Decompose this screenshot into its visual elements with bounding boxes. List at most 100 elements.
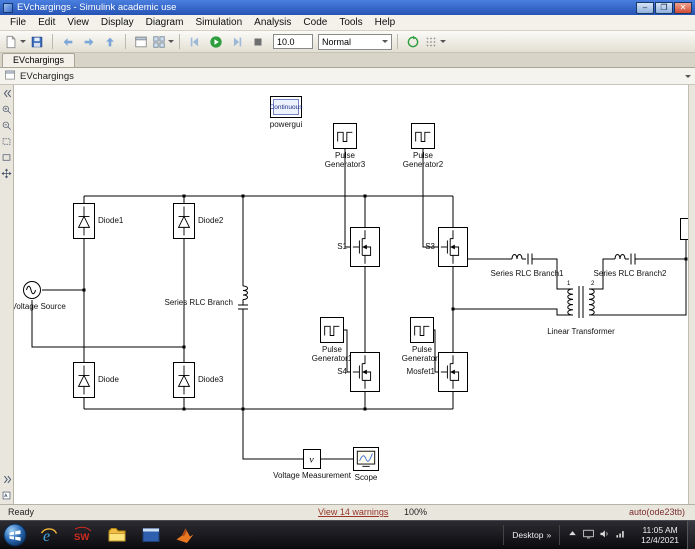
taskbar-windows-explorer-icon[interactable] <box>104 523 130 548</box>
step-back-icon[interactable] <box>185 33 205 51</box>
block-mosfet1[interactable] <box>438 352 468 392</box>
canvas[interactable]: Continuous powergui Pulse Generator3 Pulse … <box>14 85 688 504</box>
block-label-diode1: Diode1 <box>98 216 124 225</box>
maximize-button[interactable]: ❐ <box>655 1 673 14</box>
step-forward-icon[interactable] <box>227 33 247 51</box>
annotation-icon[interactable] <box>0 489 13 502</box>
new-model-icon[interactable] <box>4 33 26 51</box>
tray-up-icon[interactable] <box>566 527 579 543</box>
menu-analysis[interactable]: Analysis <box>248 16 297 29</box>
taskbar-clock[interactable]: 11:05 AM 12/4/2021 <box>633 525 687 545</box>
up-to-parent-icon[interactable] <box>100 33 120 51</box>
block-powergui[interactable]: Continuous <box>270 96 302 118</box>
block-edge-block[interactable] <box>680 218 688 240</box>
fit-to-view-icon[interactable] <box>0 135 13 148</box>
powergui-text: Continuous <box>270 99 302 115</box>
menu-simulation[interactable]: Simulation <box>189 16 248 29</box>
zoom-out-icon[interactable] <box>0 119 13 132</box>
block-ac-voltage-source[interactable] <box>22 280 42 300</box>
block-label-s1: S1 <box>337 242 347 251</box>
block-s3[interactable] <box>438 227 468 267</box>
svg-text:2: 2 <box>591 281 595 287</box>
block-voltage-measurement[interactable]: v <box>303 449 321 469</box>
taskbar-matlab-icon[interactable] <box>172 523 198 548</box>
block-series-rlc-branch2[interactable] <box>608 251 652 267</box>
menu-view[interactable]: View <box>61 16 95 29</box>
toolbar-separator <box>179 34 180 49</box>
block-linear-transformer[interactable]: 12 <box>565 277 597 325</box>
menu-tools[interactable]: Tools <box>333 16 368 29</box>
collapse-browser-icon[interactable] <box>0 87 13 100</box>
minimize-button[interactable]: – <box>636 1 654 14</box>
block-pulse-generator3[interactable] <box>333 123 357 149</box>
tray-net-icon[interactable] <box>614 527 627 543</box>
taskbar-app-window-icon[interactable] <box>138 523 164 548</box>
menu-file[interactable]: File <box>4 16 32 29</box>
back-icon[interactable] <box>58 33 78 51</box>
breadcrumb-dropdown-icon[interactable] <box>685 74 691 78</box>
block-scope[interactable] <box>353 447 379 471</box>
block-label-ac-voltage-source: AC Voltage Source <box>14 302 66 311</box>
simulation-mode-select[interactable]: Normal <box>318 33 392 50</box>
run-icon[interactable] <box>206 33 226 51</box>
taskbar-internet-explorer-icon[interactable]: e <box>36 523 62 548</box>
status-bar: Ready View 14 warnings 100% auto(ode23tb… <box>0 504 695 520</box>
block-label-series-rlc-branch: Series RLC Branch <box>164 298 233 307</box>
show-desktop-button[interactable] <box>687 520 695 549</box>
block-pulse-generator2[interactable] <box>411 123 435 149</box>
block-label-series-rlc-branch2: Series RLC Branch2 <box>593 269 667 278</box>
block-label-pulse-generator2: Pulse Generator2 <box>402 151 444 169</box>
block-series-rlc-branch1[interactable] <box>505 251 549 267</box>
breadcrumb-bar: EVchargings <box>0 68 695 85</box>
expand-more-icon[interactable] <box>0 473 13 486</box>
menu-diagram[interactable]: Diagram <box>140 16 190 29</box>
zoom-in-icon[interactable] <box>0 103 13 116</box>
taskbar-start-icon[interactable] <box>2 523 28 548</box>
simulink-app-icon <box>3 2 13 13</box>
block-pulse-generator1[interactable] <box>320 317 344 343</box>
library-browser-icon[interactable] <box>152 33 174 51</box>
pan-icon[interactable] <box>0 167 13 180</box>
status-solver[interactable]: auto(ode23tb) <box>629 507 685 517</box>
menu-code[interactable]: Code <box>297 16 333 29</box>
taskbar-solidworks-icon[interactable]: SW <box>70 523 96 548</box>
block-pulse-generator4[interactable] <box>410 317 434 343</box>
toolbar-separator <box>125 34 126 49</box>
model-browser-icon[interactable] <box>131 33 151 51</box>
zoom-100-icon[interactable] <box>0 151 13 164</box>
model-hierarchy-icon[interactable] <box>4 69 20 84</box>
tray-sound-icon[interactable] <box>598 527 611 543</box>
svg-text:1: 1 <box>567 281 571 287</box>
simulation-stop-time-input[interactable] <box>273 34 313 49</box>
tab-bar: EVchargings <box>0 53 695 68</box>
block-s1[interactable] <box>350 227 380 267</box>
block-diode1[interactable] <box>73 203 95 239</box>
stop-icon[interactable] <box>248 33 268 51</box>
save-icon[interactable] <box>27 33 47 51</box>
taskbar-buttons: e SW <box>2 523 198 548</box>
block-diode2[interactable] <box>173 203 195 239</box>
update-diagram-icon[interactable] <box>403 33 423 51</box>
tray-screen-icon[interactable] <box>582 527 595 543</box>
status-warnings-link[interactable]: View 14 warnings <box>318 507 388 517</box>
canvas-scrollbar[interactable] <box>688 85 695 504</box>
window-title: EVchargings - Simulink academic use <box>17 2 177 13</box>
sample-time-display-icon[interactable] <box>424 33 446 51</box>
block-label-mosfet1: Mosfet1 <box>406 367 435 376</box>
title-bar[interactable]: EVchargings - Simulink academic use – ❐ … <box>0 0 695 15</box>
menu-help[interactable]: Help <box>369 16 402 29</box>
forward-icon[interactable] <box>79 33 99 51</box>
block-label-pulse-generator3: Pulse Generator3 <box>324 151 366 169</box>
desktop-toolbar[interactable]: Desktop » <box>503 525 561 545</box>
block-diode3[interactable] <box>173 362 195 398</box>
tab-evchargings[interactable]: EVchargings <box>2 53 76 67</box>
block-label-diode: Diode <box>98 375 119 384</box>
breadcrumb[interactable]: EVchargings <box>20 71 74 82</box>
menu-edit[interactable]: Edit <box>32 16 61 29</box>
block-diode[interactable] <box>73 362 95 398</box>
block-s4[interactable] <box>350 352 380 392</box>
menu-display[interactable]: Display <box>95 16 140 29</box>
close-button[interactable]: ✕ <box>674 1 692 14</box>
block-label-pulse-generator4: Pulse Generator4 <box>401 345 443 363</box>
block-series-rlc-branch[interactable] <box>236 279 250 327</box>
